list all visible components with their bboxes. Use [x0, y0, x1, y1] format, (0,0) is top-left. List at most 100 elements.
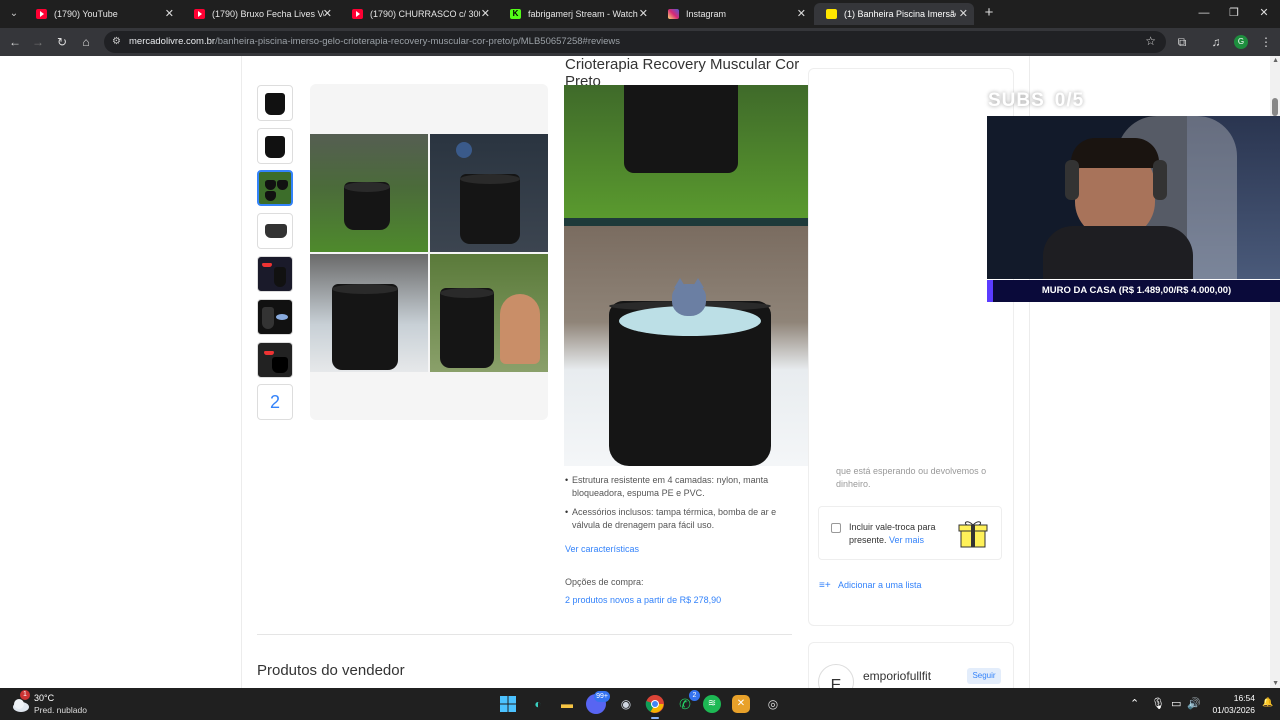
- tub-image: [332, 284, 398, 370]
- webcam-overlay: [987, 116, 1280, 279]
- tab-title: fabrigamerj Stream - Watch Liv: [528, 9, 638, 19]
- tab-title: (1) Banheira Piscina Imersão Ge: [844, 9, 956, 19]
- youtube-icon: [194, 9, 205, 19]
- edge-icon[interactable]: ◐: [527, 693, 549, 715]
- close-icon[interactable]: ✕: [639, 3, 648, 25]
- home-icon[interactable]: ⌂: [78, 34, 94, 50]
- whatsapp-icon[interactable]: ✆ 2: [674, 690, 700, 715]
- gallery-thumbnail[interactable]: [257, 342, 293, 378]
- close-icon[interactable]: ✕: [797, 3, 806, 25]
- image-cell: [430, 254, 548, 372]
- tab-bar: ⌄ (1790) YouTube ✕ (1790) Bruxo Fecha Li…: [0, 0, 1280, 28]
- clock-time[interactable]: 16:54: [1215, 693, 1255, 703]
- gallery-thumbnail[interactable]: [257, 256, 293, 292]
- gift-checkbox[interactable]: [831, 523, 841, 533]
- close-icon[interactable]: ✕: [481, 3, 490, 25]
- notifications-icon[interactable]: 🔔: [1262, 697, 1273, 708]
- obs-icon[interactable]: ◎: [762, 693, 784, 715]
- return-policy-text: que está esperando ou devolvemos o dinhe…: [836, 466, 987, 489]
- tab-youtube-churrasco[interactable]: (1790) CHURRASCO c/ 300 REAI ✕: [340, 3, 496, 25]
- streamer-hair: [1071, 138, 1159, 168]
- thumb-image: [276, 314, 288, 320]
- speaker-icon[interactable]: 🔊: [1187, 697, 1201, 710]
- feature-item: Acessórios inclusos: tampa térmica, bomb…: [565, 506, 790, 532]
- zoom-cell: [564, 85, 827, 218]
- spotify-icon[interactable]: ≋: [703, 695, 721, 713]
- minimize-button[interactable]: —: [1192, 4, 1216, 22]
- feature-list: Estrutura resistente em 4 camadas: nylon…: [565, 474, 790, 538]
- purchase-options-link[interactable]: 2 produtos novos a partir de R$ 278,90: [565, 595, 721, 605]
- gallery-more-thumbnail[interactable]: 2: [257, 384, 293, 420]
- steam-icon[interactable]: ◉: [615, 693, 637, 715]
- network-icon[interactable]: ▭: [1171, 697, 1181, 710]
- ball-image: [456, 142, 472, 158]
- scrollbar-thumb[interactable]: [1272, 98, 1278, 116]
- thumb-image: [264, 351, 274, 355]
- close-icon[interactable]: ✕: [959, 3, 968, 25]
- thumb-image: [265, 93, 285, 115]
- tab-title: (1790) CHURRASCO c/ 300 REAI: [370, 9, 480, 19]
- subs-count: 0/5: [1054, 90, 1085, 111]
- divider: [241, 56, 242, 688]
- microphone-icon[interactable]: 🎙: [1151, 697, 1165, 710]
- back-icon[interactable]: ←: [7, 34, 23, 50]
- seller-products-title: Produtos do vendedor: [257, 662, 405, 679]
- tab-youtube[interactable]: (1790) YouTube ✕: [24, 3, 180, 25]
- store-name[interactable]: emporiofullfit: [863, 669, 931, 683]
- tub-image: [624, 85, 738, 173]
- image-cell: [310, 134, 428, 252]
- thumb-image: [277, 180, 288, 190]
- follow-button[interactable]: Seguir: [967, 668, 1001, 684]
- chevron-up-icon[interactable]: ⌃: [1130, 697, 1139, 710]
- forward-icon[interactable]: →: [30, 34, 46, 50]
- scroll-up-icon[interactable]: ▲: [1272, 57, 1279, 64]
- image-cell: [310, 254, 428, 372]
- tab-mercadolivre[interactable]: (1) Banheira Piscina Imersão Ge ✕: [814, 3, 974, 25]
- gallery-thumbnail[interactable]: [257, 213, 293, 249]
- profile-avatar[interactable]: G: [1234, 35, 1248, 49]
- whatsapp-badge: 2: [689, 690, 700, 701]
- gallery-main-image[interactable]: [310, 134, 548, 372]
- bookmark-star-icon[interactable]: ☆: [1145, 34, 1156, 48]
- thumb-image: [265, 180, 276, 190]
- taskbar: 1 30°C Pred. nublado ◐ ▬ 99+ ◉ ✆ 2 ≋ ✕ ◎…: [0, 688, 1280, 720]
- tab-instagram[interactable]: Instagram ✕: [656, 3, 812, 25]
- url-domain: mercadolivre.com.br: [129, 36, 216, 47]
- thumb-image: [265, 224, 287, 238]
- close-window-button[interactable]: ✕: [1252, 4, 1276, 22]
- gallery-thumbnail[interactable]: [257, 128, 293, 164]
- restore-button[interactable]: ❐: [1222, 4, 1246, 22]
- add-to-list-link[interactable]: Adicionar a uma lista: [838, 580, 922, 590]
- gallery-thumbnail-selected[interactable]: [257, 170, 293, 206]
- discord-icon[interactable]: 99+: [586, 691, 610, 714]
- chrome-icon[interactable]: [644, 693, 666, 719]
- url-field[interactable]: ⚙ mercadolivre.com.br/banheira-piscina-i…: [104, 31, 1166, 53]
- tab-kick[interactable]: K fabrigamerj Stream - Watch Liv ✕: [498, 3, 654, 25]
- subs-counter: SUBS 0/5: [988, 90, 1084, 112]
- app-icon[interactable]: ✕: [732, 695, 750, 713]
- extensions-icon[interactable]: ⧉: [1174, 34, 1190, 50]
- cat-avatar-image: [672, 278, 706, 316]
- file-explorer-icon[interactable]: ▬: [556, 693, 578, 715]
- reload-icon[interactable]: ↻: [54, 34, 70, 50]
- youtube-icon: [352, 9, 363, 19]
- tab-youtube-bruxo[interactable]: (1790) Bruxo Fecha Lives Volta ✕: [182, 3, 338, 25]
- gallery-thumbnail[interactable]: [257, 299, 293, 335]
- new-tab-button[interactable]: +: [980, 4, 998, 22]
- feature-item: Estrutura resistente em 4 camadas: nylon…: [565, 474, 790, 500]
- url-path: /banheira-piscina-imerso-gelo-crioterapi…: [215, 36, 621, 47]
- thumb-image: [274, 267, 286, 287]
- menu-icon[interactable]: ⋮: [1258, 34, 1274, 50]
- see-features-link[interactable]: Ver características: [565, 544, 639, 554]
- start-button[interactable]: [497, 693, 519, 715]
- gallery-thumbnail[interactable]: [257, 85, 293, 121]
- scroll-down-icon[interactable]: ▼: [1272, 680, 1279, 687]
- close-icon[interactable]: ✕: [165, 3, 174, 25]
- windows-icon: [500, 696, 516, 712]
- media-controls-icon[interactable]: ♫: [1208, 34, 1224, 50]
- clock-date[interactable]: 01/03/2026: [1205, 705, 1255, 715]
- site-info-icon[interactable]: ⚙: [112, 36, 124, 48]
- gift-see-more-link[interactable]: Ver mais: [889, 535, 924, 545]
- close-icon[interactable]: ✕: [323, 3, 332, 25]
- tab-search-icon[interactable]: ⌄: [6, 6, 22, 22]
